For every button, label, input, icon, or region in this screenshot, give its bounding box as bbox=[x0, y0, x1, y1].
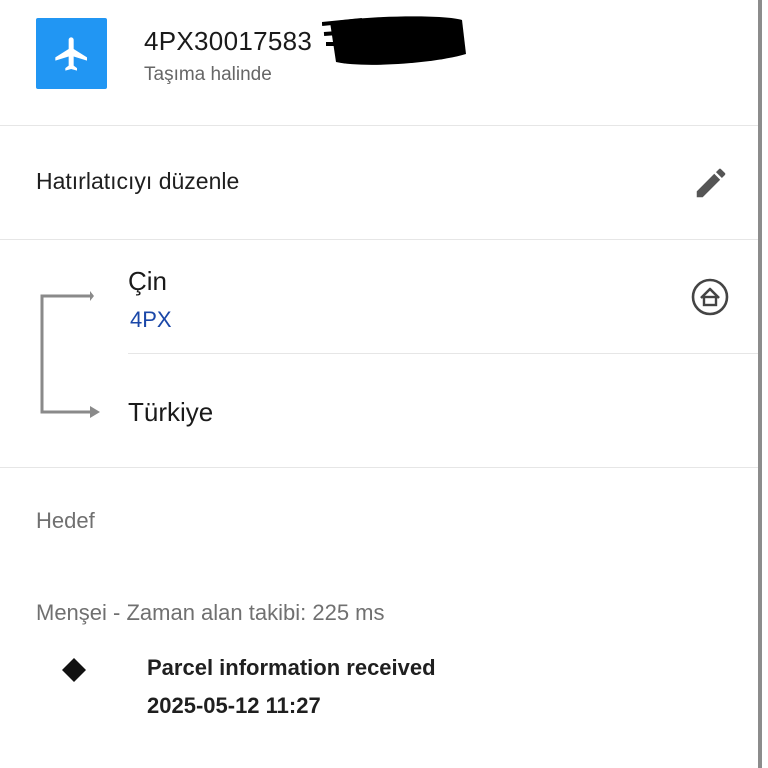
route-divider bbox=[128, 353, 758, 354]
divider bbox=[0, 239, 758, 240]
event-title: Parcel information received bbox=[147, 655, 436, 680]
tracking-number: 4PX30017583 bbox=[144, 26, 313, 56]
destination-country: Türkiye bbox=[128, 397, 214, 427]
origin-tracking-time: Menşei - Zaman alan takibi: 225 ms bbox=[36, 600, 385, 625]
pencil-icon[interactable] bbox=[692, 164, 730, 202]
edit-reminder-row[interactable]: Hatırlatıcıyı düzenle bbox=[0, 126, 758, 239]
redaction-scribble bbox=[322, 16, 466, 65]
event-datetime: 2025-05-12 11:27 bbox=[147, 693, 321, 718]
divider bbox=[0, 467, 758, 468]
destination-section-label: Hedef bbox=[36, 508, 95, 533]
airplane-glyph bbox=[54, 36, 87, 71]
shipment-status: Taşıma halinde bbox=[144, 64, 272, 85]
airplane-icon bbox=[36, 18, 107, 89]
origin-country: Çin bbox=[128, 266, 168, 296]
edge-margin bbox=[762, 0, 768, 768]
edit-reminder-label: Hatırlatıcıyı düzenle bbox=[36, 168, 240, 194]
carrier-link[interactable]: 4PX bbox=[130, 307, 172, 333]
home-icon[interactable] bbox=[690, 277, 730, 317]
diamond-icon bbox=[62, 658, 86, 682]
route-arrow-icon bbox=[40, 291, 100, 418]
